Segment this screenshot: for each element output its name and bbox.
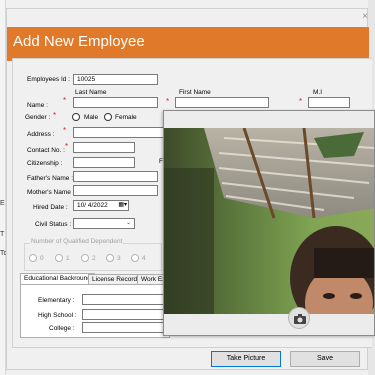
civil-status-select[interactable]: ⌄ — [73, 218, 135, 229]
dependent-option-label: 1 — [66, 255, 70, 262]
civil-status-label: Civil Status : — [35, 221, 72, 228]
required-marker: * — [53, 111, 57, 120]
mother-name-label: Mother's Name : — [27, 189, 75, 196]
gender-male-radio[interactable] — [72, 113, 80, 121]
gender-female-label: Female — [115, 114, 137, 121]
webcam-capture-window — [163, 110, 375, 336]
gender-female-radio[interactable] — [104, 113, 112, 121]
hired-date-label: Hired Date : — [33, 204, 68, 211]
required-marker: * — [63, 126, 67, 135]
dependent-option-label: 0 — [40, 255, 44, 262]
dependent-radio-3[interactable] — [106, 254, 114, 262]
dependent-option-label: 3 — [117, 255, 121, 262]
father-name-label: Father's Name : — [27, 175, 74, 182]
mother-name-field[interactable] — [73, 185, 158, 196]
college-field[interactable] — [82, 322, 168, 333]
required-marker: * — [65, 142, 69, 151]
camera-icon — [294, 314, 306, 324]
save-button[interactable]: Save — [290, 351, 360, 367]
address-label: Address : — [27, 131, 55, 138]
capture-button[interactable] — [288, 307, 310, 329]
webcam-preview — [164, 128, 374, 314]
first-name-field[interactable] — [175, 97, 269, 108]
hired-date-value: 10/ 4/2022 — [77, 202, 108, 209]
background-text: T — [0, 231, 5, 238]
gender-male-label: Male — [84, 114, 99, 121]
address-field[interactable] — [73, 127, 168, 138]
elementary-label: Elementary : — [38, 297, 75, 304]
background-text: E — [0, 200, 5, 207]
high-school-field[interactable] — [82, 309, 168, 320]
gender-label: Gender : — [25, 114, 51, 121]
dependent-radio-0[interactable] — [29, 254, 37, 262]
contact-label: Contact No. : — [27, 147, 65, 154]
name-label: Name : — [27, 102, 48, 109]
dialog-title: Add New Employee — [13, 33, 145, 50]
required-marker: * — [63, 96, 67, 105]
close-icon[interactable]: × — [359, 11, 371, 23]
mi-column-label: M.I — [313, 89, 323, 96]
citizenship-field[interactable] — [73, 157, 135, 168]
dependent-radio-4[interactable] — [131, 254, 139, 262]
citizenship-label: Citizenship : — [27, 160, 63, 167]
college-label: College : — [49, 325, 75, 332]
contact-number-field[interactable] — [73, 142, 135, 153]
high-school-label: High School : — [38, 312, 77, 319]
employee-id-label: Employees Id : — [27, 76, 70, 83]
last-name-field[interactable] — [73, 97, 158, 108]
dependent-radio-2[interactable] — [81, 254, 89, 262]
last-name-column-label: Last Name — [75, 89, 107, 96]
dialog-header: Add New Employee — [7, 27, 369, 61]
dependent-option-label: 2 — [92, 255, 96, 262]
elementary-field[interactable] — [82, 294, 168, 305]
first-name-column-label: First Name — [179, 89, 211, 96]
dependent-radio-1[interactable] — [55, 254, 63, 262]
dependent-option-label: 4 — [142, 255, 146, 262]
take-picture-button[interactable]: Take Picture — [211, 351, 281, 367]
employee-id-field[interactable]: 10025 — [73, 74, 158, 85]
calendar-dropdown-icon[interactable]: ▦▾ — [118, 201, 127, 210]
hired-date-picker[interactable]: 10/ 4/2022 ▦▾ — [73, 200, 129, 211]
required-marker: * — [299, 97, 303, 106]
webcam-feed-image — [164, 128, 374, 314]
father-name-field[interactable] — [73, 171, 158, 182]
required-marker: * — [166, 97, 170, 106]
middle-initial-field[interactable] — [308, 97, 350, 108]
chevron-down-icon: ⌄ — [125, 220, 131, 226]
dependent-group-label: Number of Qualified Dependent — [30, 238, 124, 245]
